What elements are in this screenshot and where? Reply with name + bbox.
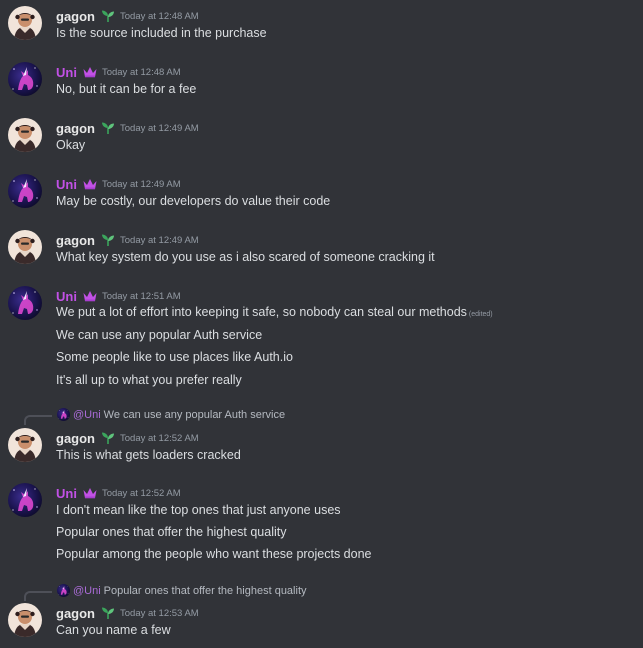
avatar-gagon[interactable] [8, 230, 42, 264]
crown-badge-icon [82, 486, 98, 500]
reply-mention[interactable]: @Uni [73, 409, 101, 421]
avatar-gagon[interactable] [8, 118, 42, 152]
message-header: Uni Today at 12:49 AM [56, 174, 181, 194]
message-text: We put a lot of effort into keeping it s… [56, 304, 493, 323]
message-header: Uni Today at 12:52 AM [56, 483, 181, 503]
chat-message-list: gagon Today at 12:48 AM Is the source in… [0, 0, 643, 648]
message-text: What key system do you use as i also sca… [56, 250, 435, 264]
message-text: Popular ones that offer the highest qual… [56, 525, 287, 539]
timestamp: Today at 12:49 AM [101, 178, 181, 190]
timestamp: Today at 12:49 AM [120, 122, 199, 134]
reply-avatar-uni [57, 408, 70, 421]
message-text: May be costly, our developers do value t… [56, 194, 331, 208]
avatar-gagon[interactable] [8, 6, 42, 40]
leaf-badge-icon [100, 233, 116, 247]
message-header: Uni Today at 12:48 AM [56, 62, 181, 82]
message-body: gagon Today at 12:53 AM Can you name a f… [0, 603, 643, 643]
username[interactable]: Uni [56, 486, 77, 501]
avatar-gagon[interactable] [8, 428, 42, 462]
timestamp: Today at 12:48 AM [101, 66, 181, 78]
timestamp: Today at 12:48 AM [120, 10, 199, 22]
avatar-uni[interactable] [8, 174, 42, 208]
timestamp: Today at 12:52 AM [120, 432, 199, 444]
message-text: Is the source included in the purchase [56, 26, 267, 40]
leaf-badge-icon [100, 431, 116, 445]
message-body: gagon Today at 12:52 AM This is what get… [0, 428, 643, 468]
reply-avatar-uni [57, 584, 70, 597]
avatar-gagon[interactable] [8, 603, 42, 637]
username[interactable]: gagon [56, 606, 95, 621]
message-header: gagon Today at 12:49 AM [56, 118, 199, 138]
message-header: Uni Today at 12:51 AM [56, 286, 181, 306]
username[interactable]: gagon [56, 233, 95, 248]
message-text: Okay [56, 138, 86, 152]
message-text-content: We put a lot of effort into keeping it s… [56, 305, 467, 319]
reply-preview[interactable]: @Uni We can use any popular Auth service [0, 407, 643, 425]
username[interactable]: Uni [56, 65, 77, 80]
message-header: gagon Today at 12:52 AM [56, 428, 199, 448]
message-header: gagon Today at 12:48 AM [56, 6, 199, 26]
timestamp: Today at 12:49 AM [120, 234, 199, 246]
username[interactable]: Uni [56, 289, 77, 304]
reply-mention[interactable]: @Uni [73, 585, 101, 597]
avatar-uni[interactable] [8, 483, 42, 517]
avatar-uni[interactable] [8, 62, 42, 96]
message-header: gagon Today at 12:49 AM [56, 230, 199, 250]
leaf-badge-icon [100, 606, 116, 620]
timestamp: Today at 12:53 AM [120, 607, 199, 619]
reply-spine [24, 591, 52, 601]
message-text: Some people like to use places like Auth… [56, 350, 293, 364]
crown-badge-icon [82, 177, 98, 191]
reply-text: We can use any popular Auth service [103, 409, 286, 421]
message-text: Popular among the people who want these … [56, 547, 372, 561]
message-text: This is what gets loaders cracked [56, 448, 241, 462]
edited-tag: (edited) [468, 311, 493, 318]
crown-badge-icon [82, 65, 98, 79]
username[interactable]: Uni [56, 177, 77, 192]
message-text: It's all up to what you prefer really [56, 373, 242, 387]
reply-spine [24, 415, 52, 425]
leaf-badge-icon [100, 121, 116, 135]
reply-preview[interactable]: @Uni Popular ones that offer the highest … [0, 583, 643, 601]
username[interactable]: gagon [56, 121, 95, 136]
timestamp: Today at 12:52 AM [101, 487, 181, 499]
reply-content: @Uni Popular ones that offer the highest … [73, 583, 307, 599]
message-text: I don't mean like the top ones that just… [56, 503, 341, 517]
message-text: No, but it can be for a fee [56, 82, 197, 96]
message-text: We can use any popular Auth service [56, 328, 263, 342]
username[interactable]: gagon [56, 431, 95, 446]
username[interactable]: gagon [56, 9, 95, 24]
message-text: Can you name a few [56, 623, 171, 637]
message-header: gagon Today at 12:53 AM [56, 603, 199, 623]
avatar-uni[interactable] [8, 286, 42, 320]
timestamp: Today at 12:51 AM [101, 290, 181, 302]
leaf-badge-icon [100, 9, 116, 23]
reply-content: @Uni We can use any popular Auth service [73, 407, 285, 423]
crown-badge-icon [82, 289, 98, 303]
reply-text: Popular ones that offer the highest qual… [103, 585, 307, 597]
